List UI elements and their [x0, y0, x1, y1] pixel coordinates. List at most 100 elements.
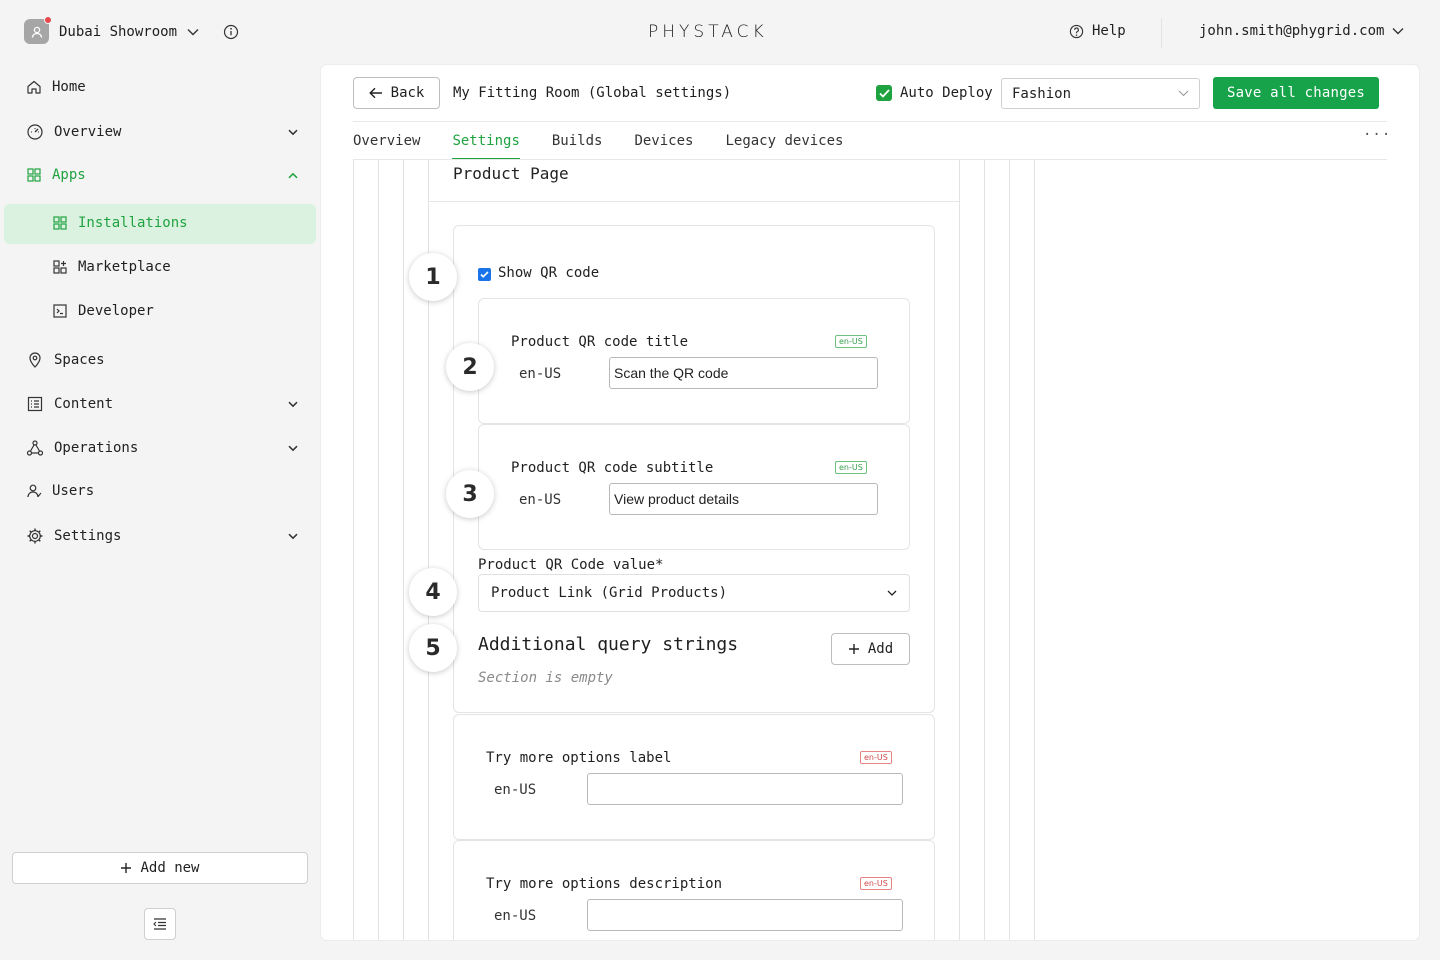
- query-strings-title: Additional query strings: [478, 634, 739, 655]
- qr-subtitle-label: Product QR code subtitle: [511, 460, 714, 476]
- plus-icon: [848, 644, 859, 654]
- qr-title-input[interactable]: Scan the QR code: [609, 357, 878, 389]
- step-marker-5: 5: [409, 624, 457, 672]
- chevron-down-icon[interactable]: [288, 401, 298, 408]
- locale-tag: en-US: [835, 461, 867, 474]
- locale-tag: en-US: [860, 751, 892, 764]
- tab-bar: Overview Settings Builds Devices Legacy …: [353, 121, 875, 160]
- tab-builds[interactable]: Builds: [552, 121, 603, 160]
- chevron-up-icon[interactable]: [288, 172, 298, 179]
- checkmark-icon: [480, 271, 489, 278]
- help-link[interactable]: Help: [1069, 23, 1126, 39]
- gauge-icon: [27, 124, 43, 140]
- nest-guide-line: [984, 160, 985, 940]
- sidebar-item-overview[interactable]: Overview: [26, 123, 298, 141]
- user-menu[interactable]: john.smith@phygrid.com: [1199, 23, 1404, 39]
- notification-dot: [44, 16, 52, 24]
- sidebar-item-users[interactable]: Users: [26, 483, 94, 499]
- info-icon[interactable]: [223, 24, 239, 40]
- try-more-description-label: Try more options description: [486, 876, 723, 892]
- auto-deploy-checkbox[interactable]: [876, 85, 892, 101]
- collapse-sidebar-button[interactable]: [144, 908, 176, 940]
- help-label: Help: [1092, 23, 1126, 39]
- sidebar-item-apps[interactable]: Apps: [26, 167, 298, 183]
- workspace-avatar: [24, 16, 52, 44]
- sidebar-item-marketplace[interactable]: Marketplace: [52, 259, 171, 275]
- tab-legacy-devices[interactable]: Legacy devices: [725, 121, 843, 160]
- sidebar-item-operations[interactable]: Operations: [26, 439, 298, 457]
- qr-value-label: Product QR Code value*: [478, 557, 664, 573]
- collapse-menu-icon: [153, 918, 166, 930]
- network-icon: [26, 440, 44, 456]
- step-marker-1: 1: [409, 253, 457, 301]
- save-all-changes-button[interactable]: Save all changes: [1213, 77, 1379, 109]
- workspace-name: Dubai Showroom: [59, 23, 178, 40]
- sidebar-item-label: Settings: [54, 528, 122, 544]
- checkmark-icon: [878, 88, 890, 98]
- chevron-down-icon: [1392, 28, 1404, 35]
- nest-guide-line: [1034, 160, 1035, 940]
- try-more-description-input[interactable]: [587, 899, 903, 931]
- add-query-string-button[interactable]: Add: [831, 633, 910, 665]
- auto-deploy-label: Auto Deploy: [900, 85, 993, 101]
- sidebar-item-developer[interactable]: Developer: [52, 303, 154, 319]
- user-icon: [31, 26, 42, 38]
- tab-overview[interactable]: Overview: [353, 121, 420, 160]
- sidebar-item-spaces[interactable]: Spaces: [26, 351, 105, 369]
- nest-guide-line: [403, 160, 404, 940]
- locale-label: en-US: [519, 492, 562, 508]
- more-options-icon[interactable]: ···: [1363, 127, 1391, 143]
- environment-select[interactable]: Fashion: [1001, 78, 1200, 109]
- chevron-down-icon[interactable]: [288, 445, 298, 452]
- auto-deploy-toggle[interactable]: Auto Deploy: [876, 85, 993, 101]
- sidebar-item-label: Developer: [78, 303, 154, 319]
- sidebar-item-settings[interactable]: Settings: [26, 527, 298, 545]
- sidebar-item-content[interactable]: Content: [26, 395, 298, 413]
- qr-value-select[interactable]: Product Link (Grid Products): [478, 574, 910, 612]
- users-icon: [27, 484, 42, 498]
- add-label: Add: [867, 641, 894, 657]
- sidebar-item-installations[interactable]: Installations: [52, 215, 188, 231]
- locale-label: en-US: [519, 366, 562, 382]
- grid-icon: [53, 216, 67, 230]
- tab-settings[interactable]: Settings: [452, 121, 521, 160]
- sidebar-item-label: Users: [52, 483, 95, 499]
- locale-tag: en-US: [860, 877, 892, 890]
- qr-subtitle-input[interactable]: View product details: [609, 483, 878, 515]
- workspace-switcher[interactable]: Dubai Showroom: [24, 16, 239, 44]
- chevron-down-icon: [1178, 90, 1189, 97]
- chevron-down-icon[interactable]: [288, 533, 298, 540]
- show-qr-checkbox[interactable]: [478, 268, 491, 281]
- sidebar-item-label: Marketplace: [78, 259, 171, 275]
- brand-logo: PHYSTACK: [648, 22, 768, 42]
- back-button[interactable]: Back: [353, 77, 440, 109]
- sidebar-item-label: Operations: [54, 440, 139, 456]
- step-marker-2: 2: [446, 343, 494, 391]
- chevron-down-icon: [187, 28, 199, 35]
- sidebar-item-label: Overview: [54, 124, 122, 140]
- divider: [429, 201, 959, 202]
- gear-icon: [27, 528, 43, 544]
- sidebar-item-label: Installations: [78, 215, 188, 231]
- nest-guide-line: [378, 160, 379, 940]
- chevron-down-icon[interactable]: [288, 129, 298, 136]
- qr-value-selected: Product Link (Grid Products): [491, 585, 728, 601]
- nest-guide-line: [353, 160, 354, 940]
- plus-icon: [121, 863, 132, 873]
- add-new-label: Add new: [140, 860, 200, 876]
- main-panel: Back My Fitting Room (Global settings) A…: [321, 65, 1419, 940]
- page-title: My Fitting Room (Global settings): [453, 85, 732, 101]
- locale-label: en-US: [494, 782, 537, 798]
- divider: [1161, 18, 1162, 48]
- locale-tag: en-US: [835, 335, 867, 348]
- top-bar: Dubai Showroom PHYSTACK Help john.smith@…: [0, 0, 1440, 64]
- sidebar-item-home[interactable]: Home: [26, 79, 86, 95]
- location-pin-icon: [29, 352, 41, 368]
- help-icon: [1069, 24, 1084, 38]
- try-more-label-input[interactable]: [587, 773, 903, 805]
- show-qr-label: Show QR code: [498, 265, 600, 281]
- tab-devices[interactable]: Devices: [634, 121, 693, 160]
- divider: [353, 159, 1387, 160]
- add-new-button[interactable]: Add new: [12, 852, 308, 884]
- step-marker-4: 4: [409, 568, 457, 616]
